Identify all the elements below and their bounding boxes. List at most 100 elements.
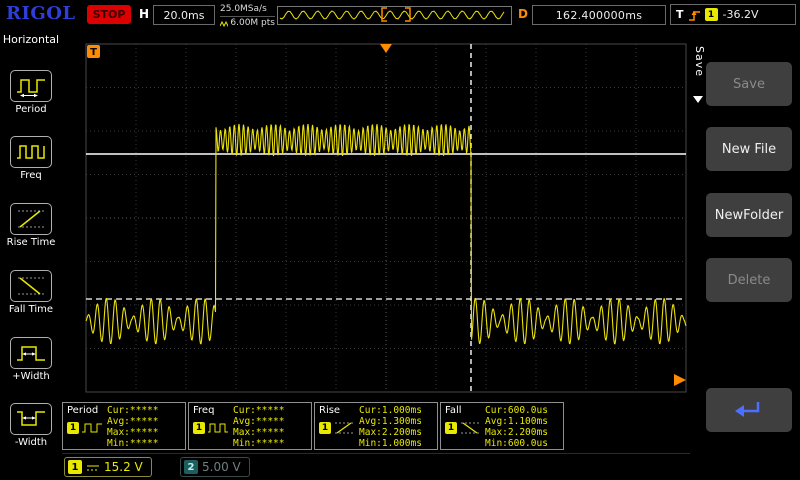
fall-time-icon [10, 270, 52, 302]
trigger-position-marker[interactable] [380, 44, 392, 53]
measurement-channel-badge: 1 [67, 422, 79, 434]
sidebar-item-rise-time[interactable]: Rise Time [7, 203, 56, 248]
rise-time-icon [10, 203, 52, 235]
row-value: 1.000ms [382, 438, 422, 449]
measurement-channel-badge: 1 [445, 422, 457, 434]
measurement-channel-badge: 1 [319, 422, 331, 434]
plus-width-icon [10, 337, 52, 369]
new-file-button[interactable]: New File [706, 127, 792, 171]
row-label: Max: [359, 427, 382, 438]
row-value: 1.100ms [508, 416, 548, 427]
row-label: Cur: [485, 405, 508, 416]
scope-display[interactable]: T [62, 30, 690, 402]
minus-width-icon [10, 403, 52, 435]
sample-rate: 25.0MSa/s [220, 4, 275, 17]
measurement-panel-rise[interactable]: Rise 1 Cur:1.000ms Avg:1.300ms Max:2.200… [314, 402, 438, 450]
sidebar-item-label: Fall Time [9, 304, 53, 315]
row-label: Max: [485, 427, 508, 438]
row-label: Min: [485, 438, 508, 449]
channel-1-status[interactable]: 1 15.2 V [64, 457, 152, 477]
row-label: Min: [359, 438, 382, 449]
channel-1-badge: 1 [68, 460, 82, 474]
measurement-name: Freq [193, 405, 233, 416]
memory-depth-icon [220, 20, 228, 28]
row-value: ***** [130, 405, 159, 416]
rise-time-icon [333, 421, 355, 435]
row-value: ***** [256, 427, 285, 438]
row-value: 1.300ms [382, 416, 422, 427]
new-folder-button[interactable]: NewFolder [706, 193, 792, 237]
row-label: Cur: [233, 405, 256, 416]
waveform-preview[interactable] [277, 6, 512, 25]
measurement-name: Fall [445, 405, 485, 416]
row-label: Avg: [233, 416, 256, 427]
row-label: Cur: [107, 405, 130, 416]
measure-items: Period Freq Rise Time [0, 46, 62, 480]
measurement-name: Period [67, 405, 107, 416]
menu-indicator-triangle [693, 96, 703, 103]
channel-2-scale: 5.00 V [202, 460, 241, 474]
row-label: Max: [233, 427, 256, 438]
return-arrow-icon [732, 398, 766, 422]
save-button[interactable]: Save [706, 62, 792, 106]
measurement-panel-freq[interactable]: Freq 1 Cur:***** Avg:***** Max:***** Min… [188, 402, 312, 450]
timebase-value[interactable]: 20.0ms [153, 5, 215, 25]
row-label: Avg: [485, 416, 508, 427]
fall-time-icon [459, 421, 481, 435]
measurement-channel-badge: 1 [193, 422, 205, 434]
sidebar-item-period[interactable]: Period [10, 70, 52, 115]
run-state-badge[interactable]: STOP [87, 5, 131, 24]
rigol-logo: RIGOL [6, 3, 76, 24]
row-value: ***** [256, 416, 285, 427]
row-value: 1.000ms [382, 405, 422, 416]
trigger-level: -36.2V [723, 8, 759, 21]
oscilloscope-screen: RIGOL STOP H 20.0ms 25.0MSa/s 6.00M pts … [0, 0, 800, 480]
dc-coupling-icon [86, 463, 100, 472]
row-value: 600.0us [508, 405, 548, 416]
sidebar-item-plus-width[interactable]: +Width [10, 337, 52, 382]
delay-value[interactable]: 162.400000ms [532, 5, 666, 25]
row-label: Avg: [359, 416, 382, 427]
row-label: Avg: [107, 416, 130, 427]
measurement-panel-period[interactable]: Period 1 Cur:***** Avg:***** Max:***** M… [62, 402, 186, 450]
sidebar-item-label: Freq [20, 170, 41, 181]
row-label: Max: [107, 427, 130, 438]
trigger-label: T [676, 8, 684, 21]
menu-title: Save [693, 46, 706, 77]
measurement-name: Rise [319, 405, 359, 416]
channel-1-scale: 15.2 V [104, 460, 143, 474]
acquisition-info: 25.0MSa/s 6.00M pts [220, 4, 275, 29]
row-label: Min: [233, 438, 256, 449]
preview-strip [278, 7, 509, 22]
row-label: Min: [107, 438, 130, 449]
row-value: ***** [256, 438, 285, 449]
rising-edge-icon [688, 8, 701, 22]
period-icon [10, 70, 52, 102]
row-value: 2.200ms [382, 427, 422, 438]
delete-button[interactable]: Delete [706, 258, 792, 302]
row-label: Cur: [359, 405, 382, 416]
measurement-panel-fall[interactable]: Fall 1 Cur:600.0us Avg:1.100ms Max:2.200… [440, 402, 564, 450]
measure-category-title[interactable]: Horizontal [3, 33, 59, 46]
top-bar: RIGOL STOP H 20.0ms 25.0MSa/s 6.00M pts … [0, 0, 800, 30]
row-value: ***** [130, 438, 159, 449]
horizontal-label: H [139, 7, 149, 21]
row-value: ***** [130, 416, 159, 427]
trigger-info[interactable]: T 1 -36.2V [670, 4, 796, 25]
memory-depth: 6.00M pts [230, 18, 275, 29]
channel-2-badge: 2 [184, 460, 198, 474]
channel-2-status[interactable]: 2 5.00 V [180, 457, 250, 477]
graticule [86, 44, 686, 392]
row-value: 2.200ms [508, 427, 548, 438]
return-button[interactable] [706, 388, 792, 432]
freq-icon [10, 136, 52, 168]
trigger-source-badge: 1 [705, 8, 718, 21]
freq-icon [207, 421, 229, 435]
sidebar-item-fall-time[interactable]: Fall Time [9, 270, 53, 315]
sidebar-item-freq[interactable]: Freq [10, 136, 52, 181]
sidebar-item-minus-width[interactable]: -Width [10, 403, 52, 448]
period-icon [81, 421, 103, 435]
sidebar-item-label: Rise Time [7, 237, 56, 248]
trigger-offscreen-label: T [90, 47, 97, 58]
delay-indicator-arrow [674, 374, 686, 386]
